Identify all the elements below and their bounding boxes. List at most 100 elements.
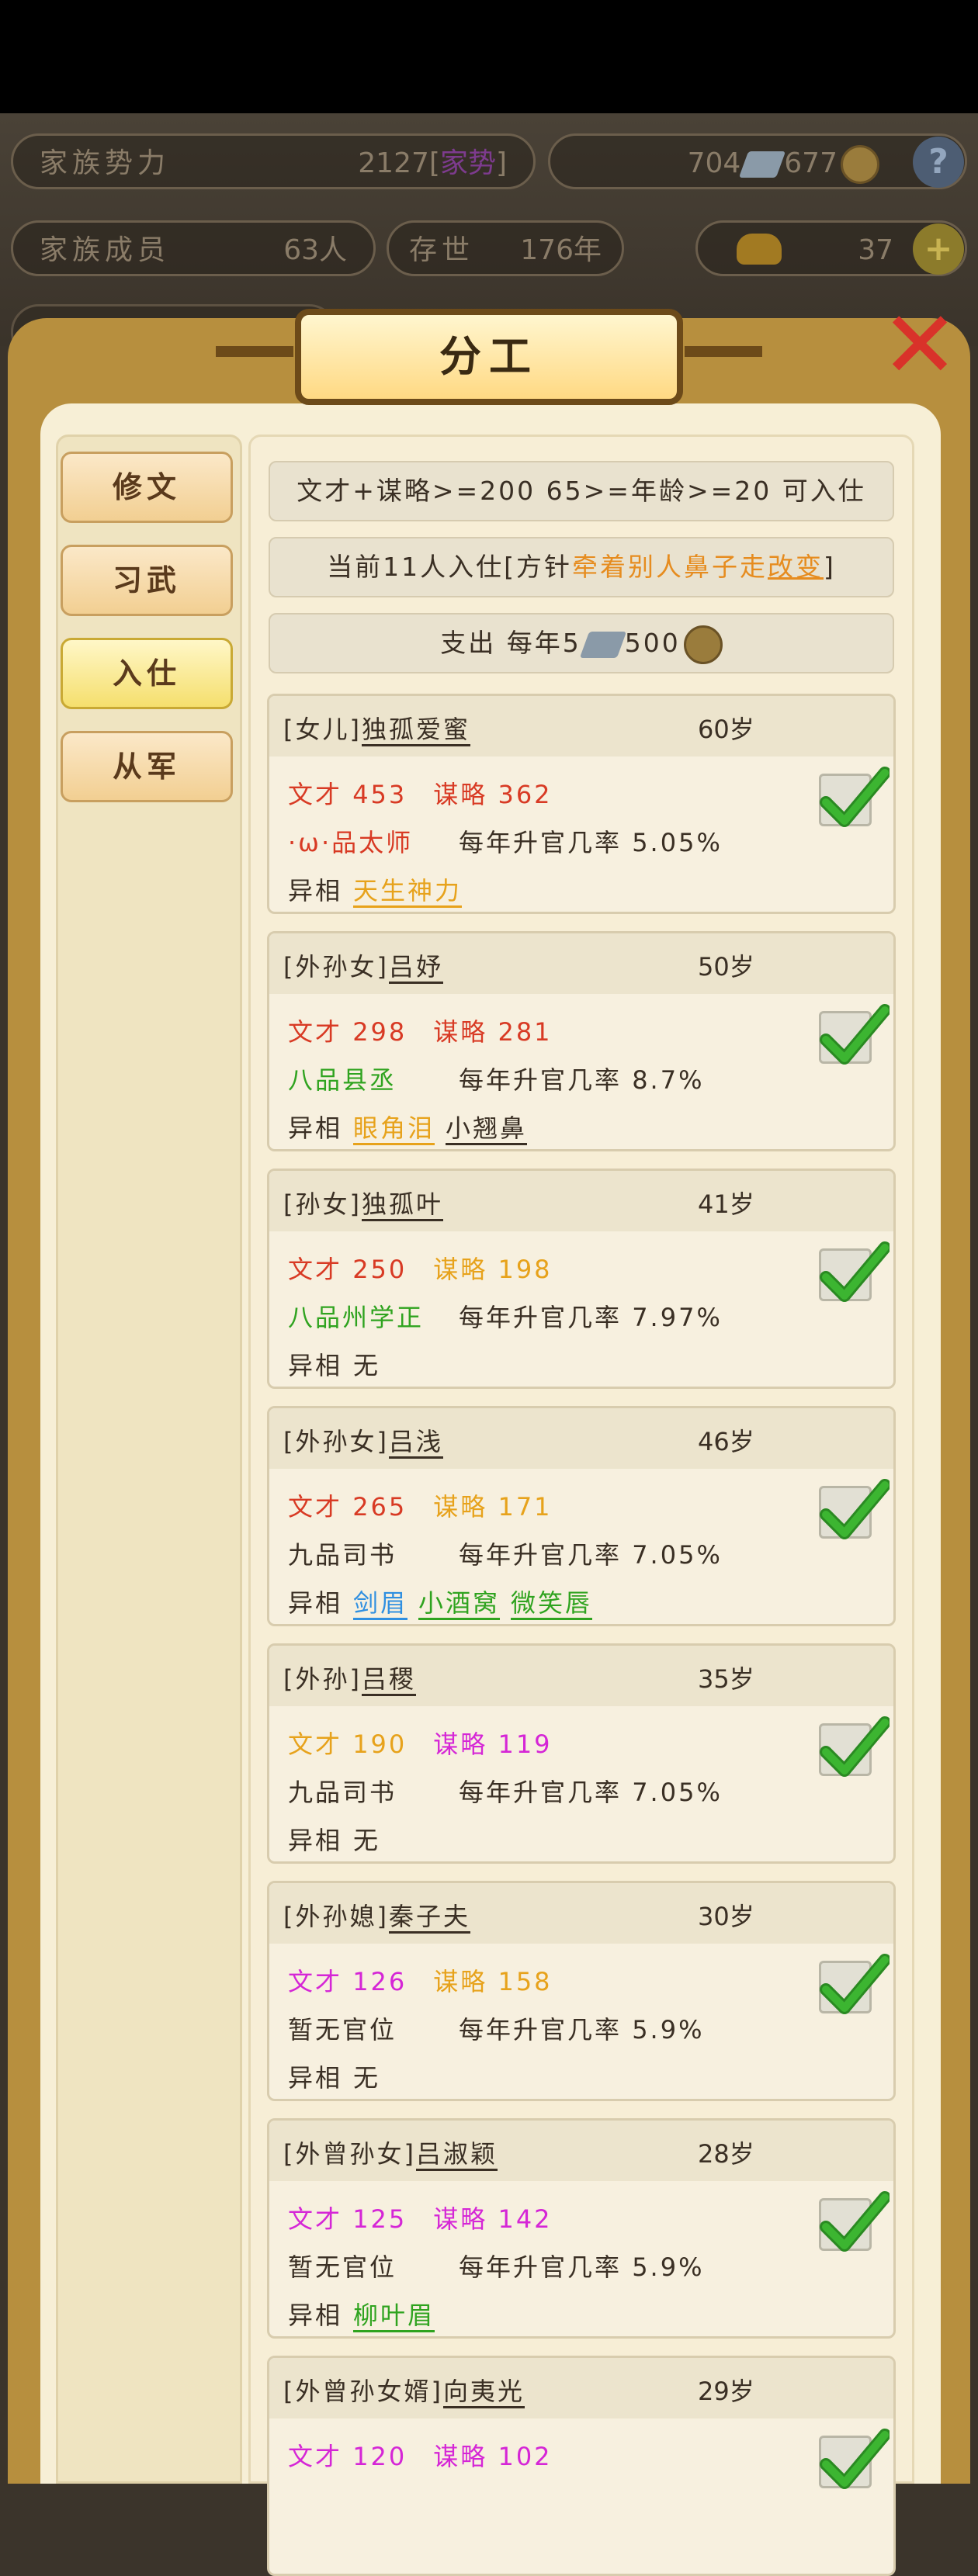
member-office: 八品州学正 每年升官几率 7.97% <box>288 1303 723 1332</box>
member-age: 46岁 <box>698 1427 754 1456</box>
select-checkbox[interactable] <box>819 2429 890 2489</box>
change-policy-link[interactable]: 改变 <box>768 552 824 582</box>
tab-rushi[interactable]: 入仕 <box>61 638 233 709</box>
promotion-rate: 5.9% <box>632 2252 705 2282</box>
select-checkbox[interactable] <box>819 1004 890 1065</box>
member-traits: 异相 眼角泪 小翘鼻 <box>288 1109 528 1145</box>
member-relation: [外孙女]吕浅 <box>283 1422 443 1459</box>
member-stats: 文才 265 谋略 171 <box>288 1492 553 1522</box>
member-office: 暂无官位 每年升官几率 5.9% <box>288 2015 705 2045</box>
silver-ingot-icon <box>579 631 626 658</box>
member-card[interactable]: [女儿]独孤爱蜜 60岁 文才 453 谋略 362 ·ω·品太师 每年升官几率 5.05… <box>267 694 896 914</box>
member-age: 30岁 <box>698 1902 754 1931</box>
member-relation: [外曾孙女婿]向夷光 <box>283 2372 525 2408</box>
trait-tag[interactable]: 微笑唇 <box>511 1588 593 1620</box>
trait-tag: 无 <box>353 1826 381 1855</box>
members-label: 家族成员 <box>40 234 171 266</box>
tab-xiwu[interactable]: 习武 <box>61 545 233 616</box>
member-stats: 文才 120 谋略 102 <box>288 2442 553 2471</box>
member-name[interactable]: 秦子夫 <box>388 1902 470 1934</box>
select-checkbox[interactable] <box>819 1241 890 1302</box>
close-button[interactable]: ✕ <box>877 299 962 393</box>
office-title: 八品县丞 <box>288 1065 397 1095</box>
moulue-value: 142 <box>498 2204 553 2234</box>
member-name[interactable]: 独孤爱蜜 <box>361 715 470 746</box>
member-card[interactable]: [外曾孙女婿]向夷光 29岁文才 120 谋略 102 <box>267 2356 896 2576</box>
member-card[interactable]: [外孙女]吕浅 46岁 文才 265 谋略 171 九品司书 每年升官几率 7.05% 异相… <box>267 1406 896 1626</box>
trait-tag: 无 <box>353 1351 381 1380</box>
member-name[interactable]: 吕稷 <box>361 1664 416 1696</box>
trait-tag[interactable]: 眼角泪 <box>353 1113 435 1145</box>
add-gold-button[interactable]: + <box>913 223 964 275</box>
trait-tag: 无 <box>353 2063 381 2093</box>
member-office: 九品司书 每年升官几率 7.05% <box>288 1778 723 1807</box>
member-name[interactable]: 吕浅 <box>388 1427 443 1459</box>
trait-tag[interactable]: 小酒窝 <box>418 1588 501 1620</box>
checkmark-icon <box>820 1479 890 1539</box>
tab-xiuwen[interactable]: 修文 <box>61 452 233 523</box>
wencai-value: 190 <box>352 1729 408 1759</box>
currency-stat[interactable]: 704 677 <box>548 133 967 189</box>
select-checkbox[interactable] <box>819 2191 890 2252</box>
member-age: 35岁 <box>698 1664 754 1694</box>
tab-congjun[interactable]: 从军 <box>61 731 233 802</box>
member-name[interactable]: 向夷光 <box>442 2377 525 2408</box>
member-name[interactable]: 吕淑颖 <box>415 2139 498 2171</box>
member-card[interactable]: [外孙媳]秦子夫 30岁 文才 126 谋略 158 暂无官位 每年升官几率 5.9% 异相… <box>267 1881 896 2101</box>
trait-tag[interactable]: 柳叶眉 <box>353 2301 435 2332</box>
help-button[interactable]: ? <box>913 137 964 188</box>
member-name[interactable]: 独孤叶 <box>361 1189 443 1221</box>
requirement-bar: 文才+谋略>=200 65>=年龄>=20 可入仕 <box>269 461 894 521</box>
trait-tag[interactable]: 剑眉 <box>353 1588 408 1620</box>
member-card[interactable]: [外曾孙女]吕淑颖 28岁 文才 125 谋略 142 暂无官位 每年升官几率 5.9% 异… <box>267 2118 896 2339</box>
office-title: 九品司书 <box>288 1540 397 1570</box>
member-card[interactable]: [外孙女]吕妤 50岁 文才 298 谋略 281 八品县丞 每年升官几率 8.7% 异相眼… <box>267 931 896 1151</box>
promotion-rate: 5.9% <box>632 2015 705 2045</box>
checkmark-icon <box>820 1004 890 1065</box>
family-power-value: 2127 <box>358 147 429 179</box>
member-traits: 异相 柳叶眉 <box>288 2296 435 2332</box>
alive-label: 存世 <box>409 234 475 266</box>
select-checkbox[interactable] <box>819 1954 890 2014</box>
checkmark-icon <box>820 1954 890 2014</box>
member-stats: 文才 250 谋略 198 <box>288 1255 553 1284</box>
member-office: 暂无官位 每年升官几率 5.9% <box>288 2252 705 2282</box>
family-power-stat[interactable]: 家族势力 2127[家势] <box>11 133 536 189</box>
copper-coin-icon <box>841 145 879 184</box>
member-card[interactable]: [外孙]吕稷 35岁文才 190 谋略 119 九品司书 每年升官几率 7.05% 异相无 <box>267 1643 896 1864</box>
member-traits: 异相无 <box>288 1826 381 1855</box>
checkmark-icon <box>820 1241 890 1302</box>
member-office: 八品县丞 每年升官几率 8.7% <box>288 1065 705 1095</box>
alive-stat[interactable]: 存世 176年 <box>387 220 624 276</box>
promotion-rate: 7.05% <box>632 1778 723 1807</box>
member-relation: [外曾孙女]吕淑颖 <box>283 2135 498 2171</box>
select-checkbox[interactable] <box>819 1479 890 1539</box>
member-name[interactable]: 吕妤 <box>388 952 443 984</box>
office-title: 九品司书 <box>288 1778 397 1807</box>
moulue-value: 119 <box>498 1729 553 1759</box>
member-age: 29岁 <box>698 2377 754 2406</box>
member-office: ·ω·品太师 每年升官几率 5.05% <box>288 828 723 857</box>
promotion-rate: 7.05% <box>632 1540 723 1570</box>
member-traits: 异相 剑眉 小酒窝 微笑唇 <box>288 1584 593 1620</box>
trait-tag[interactable]: 天生神力 <box>353 876 463 908</box>
status-bar-area <box>0 0 978 113</box>
wencai-value: 250 <box>352 1255 408 1284</box>
members-stat[interactable]: 家族成员 63人 <box>11 220 376 276</box>
silver-amount: 704 <box>687 147 741 179</box>
select-checkbox[interactable] <box>819 767 890 827</box>
moulue-value: 281 <box>498 1017 553 1047</box>
moulue-value: 362 <box>498 780 553 809</box>
member-relation: [外孙女]吕妤 <box>283 947 443 984</box>
member-card[interactable]: [孙女]独孤叶 41岁 文才 250 谋略 198 八品州学正 每年升官几率 7.97% 异… <box>267 1169 896 1389</box>
member-stats: 文才 126 谋略 158 <box>288 1967 553 1996</box>
member-age: 60岁 <box>698 715 754 744</box>
moulue-value: 158 <box>498 1967 553 1996</box>
member-relation: [孙女]独孤叶 <box>283 1185 443 1221</box>
trait-tag[interactable]: 小翘鼻 <box>446 1113 528 1145</box>
family-power-rank: 家势 <box>439 147 496 179</box>
checkmark-icon <box>820 767 890 827</box>
select-checkbox[interactable] <box>819 1716 890 1777</box>
member-stats: 文才 190 谋略 119 <box>288 1729 553 1759</box>
member-relation: [外孙]吕稷 <box>283 1660 416 1696</box>
